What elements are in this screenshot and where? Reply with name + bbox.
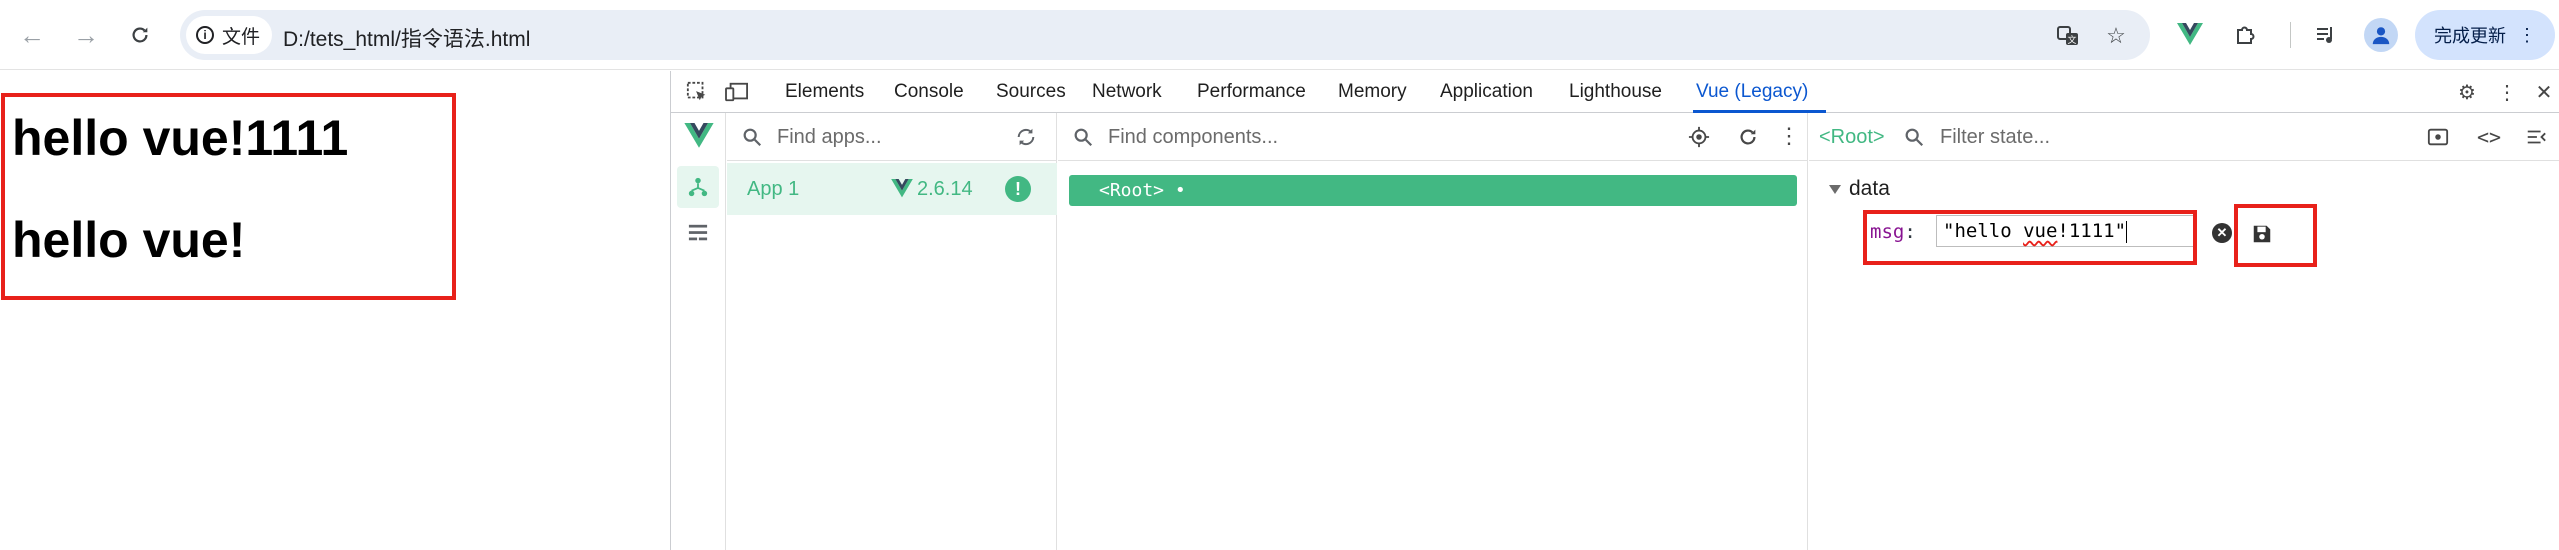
highlight-box-msg-editor xyxy=(1863,210,2197,265)
vue-version-icon xyxy=(891,179,913,198)
vue-logo-icon xyxy=(684,123,714,155)
device-toolbar-icon[interactable] xyxy=(723,78,751,106)
apps-search-input[interactable]: Find apps... xyxy=(777,126,882,149)
url-text[interactable]: D:/tets_html/指令语法.html xyxy=(283,23,530,53)
components-more-icon[interactable]: ⋮ xyxy=(1778,123,1800,149)
extensions-puzzle-icon[interactable] xyxy=(2228,17,2264,53)
tab-console[interactable]: Console xyxy=(894,71,964,113)
tab-sources[interactable]: Sources xyxy=(996,71,1066,113)
tab-application[interactable]: Application xyxy=(1440,71,1533,113)
tab-vue-legacy[interactable]: Vue (Legacy) xyxy=(1696,71,1808,113)
search-icon xyxy=(1074,128,1093,147)
devtools-menu-icon[interactable]: ⋮ xyxy=(2493,78,2521,106)
svg-text:文: 文 xyxy=(2067,34,2076,46)
site-info-chip[interactable]: i 文件 xyxy=(186,16,273,54)
search-icon xyxy=(1905,128,1924,147)
tab-elements[interactable]: Elements xyxy=(785,71,864,113)
components-search-input[interactable]: Find components... xyxy=(1108,126,1278,149)
app-name: App 1 xyxy=(747,178,800,200)
tab-performance[interactable]: Performance xyxy=(1197,71,1306,113)
close-devtools-icon[interactable]: ✕ xyxy=(2530,78,2558,106)
components-pane: Find components... ⋮ <Root> • xyxy=(1058,113,1808,550)
search-icon xyxy=(743,128,762,147)
warning-icon: ! xyxy=(1005,176,1031,202)
cancel-edit-icon[interactable]: ✕ xyxy=(2212,223,2232,243)
heading-msg: hello vue!1111 xyxy=(12,110,349,166)
refresh-apps-icon[interactable] xyxy=(1015,126,1037,148)
select-component-target-icon[interactable] xyxy=(1688,126,1710,148)
devtools-panel: Elements Console Sources Network Perform… xyxy=(670,71,2559,550)
media-control-icon[interactable] xyxy=(2308,17,2344,53)
save-edit-icon[interactable] xyxy=(2251,223,2273,245)
kebab-menu-icon: ⋮ xyxy=(2518,24,2536,45)
apps-pane: Find apps... App 1 2.6.14 ! xyxy=(727,113,1057,550)
view-source-code-icon[interactable]: <> xyxy=(2477,125,2501,149)
inspect-dom-icon[interactable] xyxy=(2427,126,2449,148)
back-arrow-icon[interactable]: ← xyxy=(14,17,50,53)
tab-network[interactable]: Network xyxy=(1092,71,1162,113)
complete-update-button[interactable]: 完成更新 ⋮ xyxy=(2415,10,2555,60)
selected-component-breadcrumb[interactable]: <Root> xyxy=(1819,126,1885,149)
filter-state-input[interactable]: Filter state... xyxy=(1940,126,2050,149)
components-search-bar: Find components... ⋮ xyxy=(1058,113,1808,161)
root-component-row[interactable]: <Root> • xyxy=(1069,175,1797,206)
vue-devtools-extension-icon[interactable] xyxy=(2172,17,2208,53)
state-inspector-pane: <Root> Filter state... <> data msg: "hel… xyxy=(1809,113,2559,550)
translate-icon[interactable]: 文 xyxy=(2054,22,2082,50)
vue-sidebar-rail xyxy=(671,113,726,550)
vue-version: 2.6.14 xyxy=(917,178,973,200)
apps-search-bar: Find apps... xyxy=(727,113,1057,161)
page-content: hello vue!1111 hello vue! xyxy=(0,71,670,550)
highlight-box-save xyxy=(2234,204,2317,267)
tab-lighthouse[interactable]: Lighthouse xyxy=(1569,71,1662,113)
forward-arrow-icon[interactable]: → xyxy=(68,17,104,53)
devtools-tab-bar: Elements Console Sources Network Perform… xyxy=(671,71,2559,113)
browser-toolbar: ← → i 文件 D:/tets_html/指令语法.html 文 ☆ 完成更新… xyxy=(0,0,2559,70)
update-button-label: 完成更新 xyxy=(2434,26,2506,46)
site-info-label: 文件 xyxy=(222,26,261,48)
inspect-element-icon[interactable] xyxy=(683,78,711,106)
refresh-components-icon[interactable] xyxy=(1737,126,1759,148)
reload-icon[interactable] xyxy=(122,17,158,53)
state-toolbar: <Root> Filter state... <> xyxy=(1809,113,2559,161)
info-icon: i xyxy=(196,26,214,44)
data-section-label: data xyxy=(1849,177,1890,200)
timeline-icon[interactable] xyxy=(677,212,719,254)
bookmark-star-icon[interactable]: ☆ xyxy=(2102,22,2130,50)
address-bar[interactable]: i 文件 D:/tets_html/指令语法.html 文 ☆ xyxy=(180,10,2150,60)
components-tree-icon[interactable] xyxy=(677,166,719,208)
heading-static: hello vue! xyxy=(12,212,246,268)
settings-gear-icon[interactable]: ⚙ xyxy=(2453,78,2481,106)
profile-avatar-icon[interactable] xyxy=(2364,18,2398,52)
app-row[interactable]: App 1 2.6.14 ! xyxy=(727,163,1057,215)
tab-memory[interactable]: Memory xyxy=(1338,71,1407,113)
toolbar-separator xyxy=(2290,22,2291,48)
collapse-panel-icon[interactable] xyxy=(2525,126,2547,148)
expand-triangle-icon[interactable] xyxy=(1829,185,1841,194)
